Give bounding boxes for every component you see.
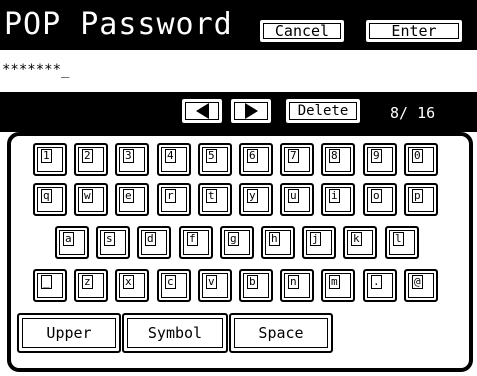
key-o[interactable]: o (363, 183, 397, 216)
key-label: 5 (206, 149, 217, 163)
key-label: l (393, 232, 404, 246)
key-label: 0 (412, 149, 423, 163)
edit-toolbar: Delete 8/ 16 (0, 92, 477, 132)
key-label: x (123, 275, 134, 289)
space-mode-button[interactable]: Space (229, 313, 333, 353)
key-w[interactable]: w (74, 183, 108, 216)
page-title: POP Password (4, 7, 233, 42)
cancel-button[interactable]: Cancel (258, 18, 346, 44)
key-label: i (329, 189, 340, 203)
key-e[interactable]: e (115, 183, 149, 216)
cursor-left-button[interactable] (180, 97, 224, 125)
key-z[interactable]: z (74, 269, 108, 302)
key-8[interactable]: 8 (321, 143, 355, 176)
key-label: @ (412, 275, 423, 289)
key-r[interactable]: r (157, 183, 191, 216)
key-9[interactable]: 9 (363, 143, 397, 176)
key-7[interactable]: 7 (280, 143, 314, 176)
key-5[interactable]: 5 (198, 143, 232, 176)
key-label: 9 (371, 149, 382, 163)
key-label: h (269, 232, 280, 246)
key-2[interactable]: 2 (74, 143, 108, 176)
password-input-area[interactable]: *******_ (0, 50, 477, 92)
key-label: b (247, 275, 258, 289)
key-label: g (228, 232, 239, 246)
key-c[interactable]: c (157, 269, 191, 302)
key-label: 1 (41, 149, 52, 163)
key-label: q (41, 189, 52, 203)
key-q[interactable]: q (33, 183, 67, 216)
key-0[interactable]: 0 (404, 143, 438, 176)
delete-button[interactable]: Delete (284, 97, 362, 125)
key-n[interactable]: n (280, 269, 314, 302)
key-d[interactable]: d (137, 226, 171, 259)
key-label: k (351, 232, 362, 246)
key-x[interactable]: x (115, 269, 149, 302)
key-label: . (371, 275, 382, 289)
key-1[interactable]: 1 (33, 143, 67, 176)
key-label: 4 (165, 149, 176, 163)
key-at[interactable]: @ (404, 269, 438, 302)
key-label: v (206, 275, 217, 289)
key-3[interactable]: 3 (115, 143, 149, 176)
key-4[interactable]: 4 (157, 143, 191, 176)
key-u[interactable]: u (280, 183, 314, 216)
key-6[interactable]: 6 (239, 143, 273, 176)
upper-mode-button[interactable]: Upper (17, 313, 121, 353)
key-label: z (82, 275, 93, 289)
key-label: o (371, 189, 382, 203)
key-label: f (187, 232, 198, 246)
key-g[interactable]: g (220, 226, 254, 259)
password-input[interactable]: *******_ (2, 62, 69, 78)
key-h[interactable]: h (261, 226, 295, 259)
key-s[interactable]: s (96, 226, 130, 259)
key-j[interactable]: j (302, 226, 336, 259)
key-label: j (310, 232, 321, 246)
key-i[interactable]: i (321, 183, 355, 216)
key-f[interactable]: f (179, 226, 213, 259)
key-underscore[interactable]: _ (33, 269, 67, 302)
key-p[interactable]: p (404, 183, 438, 216)
key-m[interactable]: m (321, 269, 355, 302)
key-k[interactable]: k (343, 226, 377, 259)
key-label: t (206, 189, 217, 203)
key-label: 7 (288, 149, 299, 163)
arrow-right-icon (244, 103, 258, 119)
key-v[interactable]: v (198, 269, 232, 302)
key-label: 6 (247, 149, 258, 163)
key-label: m (329, 275, 340, 289)
key-label: u (288, 189, 299, 203)
key-label: s (104, 232, 115, 246)
key-label: d (145, 232, 156, 246)
key-y[interactable]: y (239, 183, 273, 216)
key-label: e (123, 189, 134, 203)
cursor-right-button[interactable] (229, 97, 273, 125)
key-b[interactable]: b (239, 269, 273, 302)
arrow-left-icon (195, 103, 209, 119)
key-l[interactable]: l (385, 226, 419, 259)
key-label: n (288, 275, 299, 289)
symbol-mode-button[interactable]: Symbol (122, 313, 228, 353)
key-a[interactable]: a (55, 226, 89, 259)
key-period[interactable]: . (363, 269, 397, 302)
key-t[interactable]: t (198, 183, 232, 216)
key-label: 8 (329, 149, 340, 163)
key-label: r (165, 189, 176, 203)
character-counter: 8/ 16 (390, 104, 436, 122)
key-label: 2 (82, 149, 93, 163)
key-label: 3 (123, 149, 134, 163)
key-label: p (412, 189, 423, 203)
key-label: a (63, 232, 74, 246)
key-label: c (165, 275, 176, 289)
key-label: _ (41, 275, 52, 289)
key-label: w (82, 189, 93, 203)
key-label: y (247, 189, 258, 203)
